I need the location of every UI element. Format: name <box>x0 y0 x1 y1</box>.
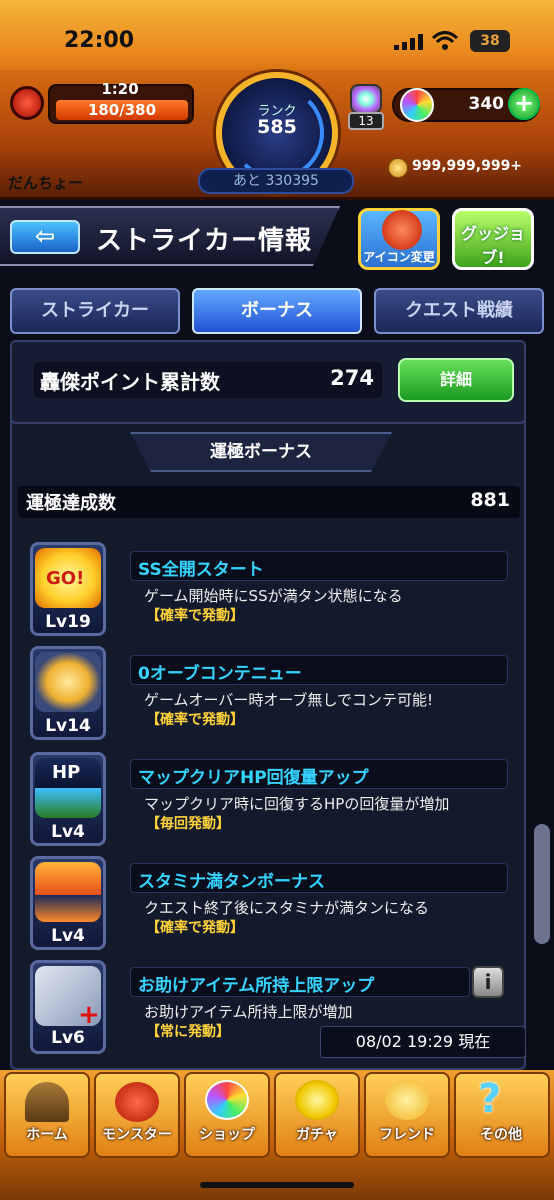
bonus-trigger: 【常に発動】 <box>146 1024 230 1040</box>
bonus-trigger: 【確率で発動】 <box>146 608 244 624</box>
egg-icon <box>295 1080 339 1120</box>
monster-box-icon[interactable] <box>350 84 382 114</box>
bonus-level: Lv14 <box>45 716 91 736</box>
signal-icon <box>394 34 423 50</box>
stamina-value: 180/380 <box>87 101 157 119</box>
orb-icon <box>400 88 434 122</box>
rank-number: 585 <box>257 116 297 138</box>
dragon-icon <box>115 1082 159 1122</box>
question-icon: ? <box>478 1076 502 1122</box>
bonus-name: SS全開スタート <box>138 560 264 580</box>
scrollbar[interactable] <box>534 824 550 944</box>
home-icon <box>25 1082 69 1122</box>
stamina-heart-icon <box>10 86 44 120</box>
goketsu-label: 轟傑ポイント累計数 <box>40 370 220 394</box>
wifi-icon <box>432 31 458 50</box>
gold-value: 999,999,999+ <box>412 158 523 174</box>
bonus-description: ゲームオーバー時オーブ無しでコンテ可能! <box>144 691 434 709</box>
info-button[interactable]: i <box>472 966 504 998</box>
datetime-stamp: 08/02 19:29 現在 <box>320 1026 526 1058</box>
hp-icon-text: HP <box>52 762 81 783</box>
nav-label: ショップ <box>199 1127 255 1143</box>
unkyoku-label: 運極達成数 <box>26 493 116 514</box>
bonus-name: 0オーブコンテニュー <box>138 664 302 684</box>
username: だんちょー <box>8 174 84 192</box>
bonus-description: ゲーム開始時にSSが満タン状態になる <box>144 587 403 605</box>
winged-arrow-icon <box>35 652 101 712</box>
bonus-level: Lv19 <box>45 612 91 632</box>
battery-icon: 38 <box>470 30 510 52</box>
nav-label: フレンド <box>379 1127 435 1143</box>
bonus-level: Lv4 <box>51 822 85 842</box>
unkyoku-value: 881 <box>470 489 510 511</box>
goketsu-value: 274 <box>330 366 374 390</box>
box-count: 13 <box>348 112 384 130</box>
bonus-trigger: 【確率で発動】 <box>146 920 244 936</box>
bonus-trigger: 【確率で発動】 <box>146 712 244 728</box>
icon-change-label: アイコン変更 <box>363 250 435 264</box>
nav-label: ガチャ <box>296 1127 338 1143</box>
bonus-description: マップクリア時に回復するHPの回復量が増加 <box>144 795 450 813</box>
stamina-icon <box>35 862 101 922</box>
bonus-description: クエスト終了後にスタミナが満タンになる <box>144 899 430 917</box>
tab-striker[interactable]: ストライカー <box>10 288 180 334</box>
bonus-name: マップクリアHP回復量アップ <box>138 768 369 788</box>
avatar-icon <box>382 210 422 250</box>
buy-orb-button[interactable]: + <box>508 88 540 120</box>
bonus-name: お助けアイテム所持上限アップ <box>138 976 375 996</box>
tab-quest-record[interactable]: クエスト戦績 <box>374 288 544 334</box>
home-indicator <box>200 1182 354 1188</box>
bonus-name: スタミナ満タンボーナス <box>138 872 325 892</box>
friends-icon <box>385 1080 429 1120</box>
nav-label: その他 <box>480 1127 522 1143</box>
page-title: ストライカー情報 <box>96 226 313 256</box>
orb-icon <box>205 1080 249 1120</box>
nav-label: ホーム <box>26 1127 68 1143</box>
detail-button[interactable]: 詳細 <box>398 358 514 402</box>
tab-bonus[interactable]: ボーナス <box>192 288 362 334</box>
nav-other-button[interactable] <box>454 1072 550 1158</box>
goodjob-label: グッジョブ! <box>460 224 525 267</box>
bonus-level: Lv6 <box>51 1028 85 1048</box>
nav-label: モンスター <box>102 1127 172 1143</box>
clock: 22:00 <box>64 28 135 53</box>
bonus-level: Lv4 <box>51 926 85 946</box>
section-title: 運極ボーナス <box>130 432 392 472</box>
next-exp: あと 330395 <box>198 168 354 194</box>
back-button[interactable]: ⇦ <box>10 220 80 254</box>
stamina-timer: 1:20 <box>101 80 139 98</box>
gold-coin-icon <box>388 158 408 178</box>
go-icon-text: GO! <box>46 568 85 589</box>
plus-icon: + <box>78 1000 100 1030</box>
bonus-trigger: 【毎回発動】 <box>146 816 230 832</box>
bonus-description: お助けアイテム所持上限が増加 <box>144 1003 353 1021</box>
orb-count: 340 <box>468 94 505 114</box>
